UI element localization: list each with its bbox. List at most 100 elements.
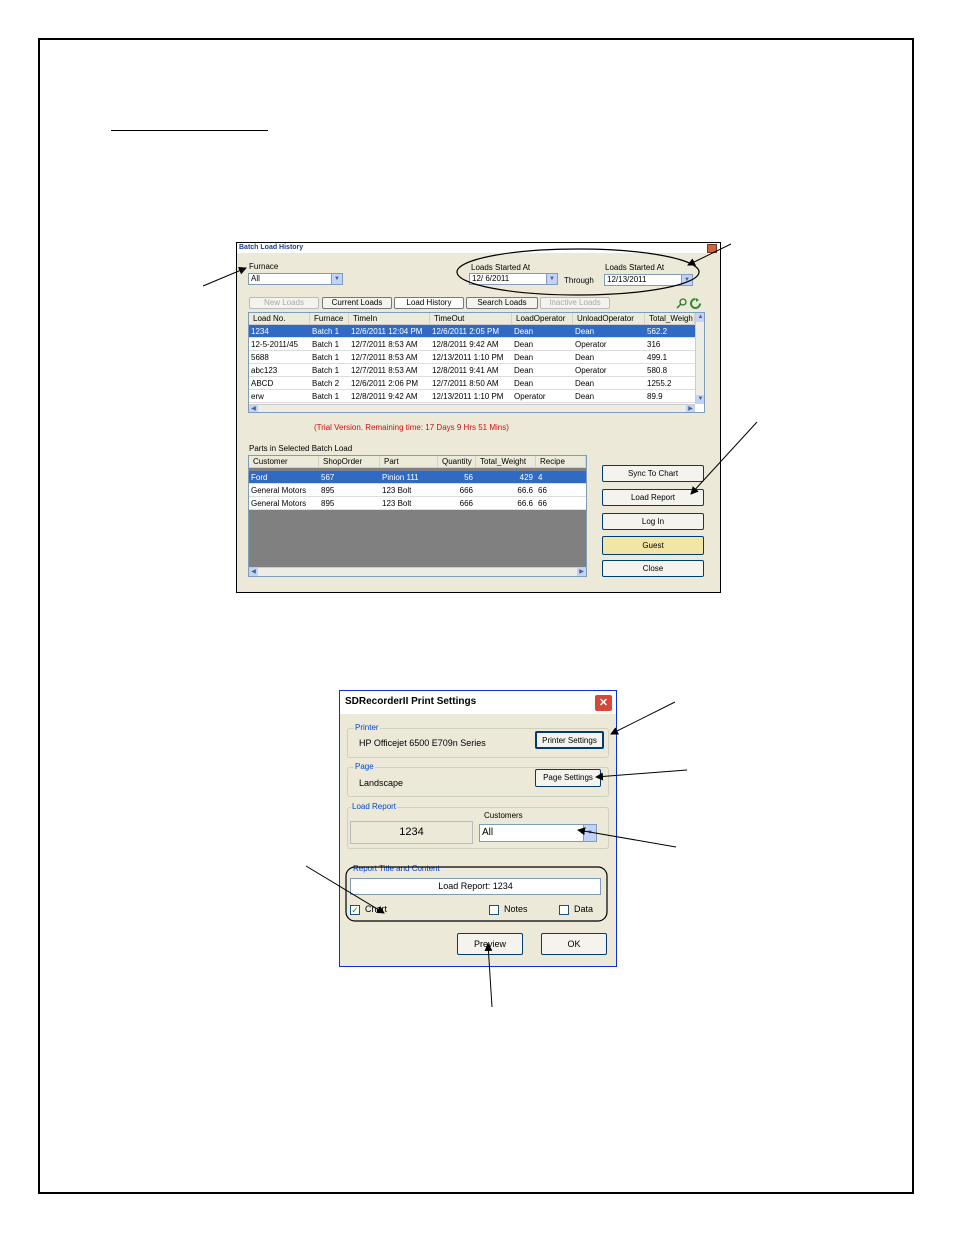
column-header[interactable]: Total_Weigh	[645, 313, 695, 324]
column-header[interactable]: Furnace	[310, 313, 349, 324]
column-header[interactable]: Load No.	[249, 313, 310, 324]
loads-horizontal-scrollbar[interactable]: ◀ ▶	[249, 404, 695, 412]
table-cell: Operator	[575, 366, 607, 375]
page-settings-button[interactable]: Page Settings	[535, 769, 601, 787]
refresh-icon[interactable]	[690, 298, 701, 309]
parts-grid: Customer ShopOrder Part Quantity Total_W…	[248, 455, 587, 577]
tab-inactive-loads[interactable]: Inactive Loads	[540, 297, 610, 309]
scroll-right-icon[interactable]: ▶	[686, 405, 695, 412]
table-cell: 12/7/2011 8:53 AM	[351, 340, 418, 349]
table-row[interactable]: General Motors 895 123 Bolt 666 66.6 66	[249, 484, 586, 497]
date-from-picker[interactable]: 12/ 6/2011 ▼	[469, 273, 558, 285]
chevron-down-icon[interactable]: ▼	[681, 275, 692, 285]
table-cell: 66.6	[517, 499, 533, 508]
table-cell: 12/7/2011 8:53 AM	[351, 353, 418, 362]
table-cell: 123 Bolt	[382, 499, 412, 508]
table-cell: 666	[459, 499, 473, 508]
column-header[interactable]: TimeIn	[349, 313, 430, 324]
search-icon[interactable]	[676, 298, 688, 309]
column-header[interactable]: Customer	[249, 456, 319, 467]
table-row[interactable]: abc123 Batch 1 12/7/2011 8:53 AM 12/8/2011 …	[249, 364, 695, 377]
furnace-select[interactable]: All ▼	[248, 273, 343, 285]
customers-label: Customers	[484, 811, 523, 820]
sync-to-chart-button[interactable]: Sync To Chart	[602, 465, 704, 482]
table-cell: Dean	[575, 353, 595, 362]
ok-button[interactable]: OK	[541, 933, 607, 955]
column-header[interactable]: LoadOperator	[512, 313, 573, 324]
table-cell: 89.9	[647, 392, 663, 401]
window-title: Batch Load History	[239, 244, 304, 251]
table-cell: Batch 2	[312, 379, 340, 388]
table-row[interactable]: General Motors 895 123 Bolt 666 66.6 66	[249, 497, 586, 510]
loads-vertical-scrollbar[interactable]: ▲ ▼	[695, 313, 704, 404]
tab-new-loads[interactable]: New Loads	[249, 297, 319, 309]
table-cell: 12/8/2011 9:41 AM	[432, 366, 499, 375]
table-cell: Dean	[575, 392, 595, 401]
table-cell: 12-5-2011/45	[251, 340, 298, 349]
close-icon[interactable]: ✕	[594, 694, 613, 712]
parts-section-label: Parts in Selected Batch Load	[249, 444, 353, 453]
table-row[interactable]: Ford 567 Pinion 111 56 429 4	[249, 471, 586, 484]
table-cell: Dean	[575, 379, 595, 388]
table-cell: Dean	[514, 379, 534, 388]
column-header[interactable]: Recipe	[536, 456, 586, 467]
scroll-right-icon[interactable]: ▶	[577, 568, 586, 576]
scroll-up-icon[interactable]: ▲	[696, 313, 704, 322]
table-row[interactable]: ABCD Batch 2 12/6/2011 2:06 PM 12/7/2011 8:…	[249, 377, 695, 390]
column-header[interactable]: Quantity	[438, 456, 476, 467]
table-row[interactable]: 12-5-2011/45 Batch 1 12/7/2011 8:53 AM 12/8…	[249, 338, 695, 351]
dialog-title-bar: SDRecorderII Print Settings ✕	[340, 691, 616, 714]
column-header[interactable]: TimeOut	[430, 313, 512, 324]
table-cell: ABCD	[251, 379, 274, 388]
tab-search-loads[interactable]: Search Loads	[466, 297, 538, 309]
scroll-left-icon[interactable]: ◀	[249, 405, 258, 412]
report-title-input[interactable]: Load Report: 1234	[350, 878, 601, 895]
chart-checkbox-label: Chart	[365, 904, 388, 914]
chevron-down-icon[interactable]: ▼	[331, 274, 342, 284]
table-cell: 1255.2	[647, 379, 672, 388]
log-in-button[interactable]: Log In	[602, 513, 704, 530]
load-report-button[interactable]: Load Report	[602, 489, 704, 506]
customers-select[interactable]: All ▼	[479, 824, 597, 842]
close-icon[interactable]	[707, 244, 717, 253]
window-title-bar: Batch Load History	[237, 243, 720, 253]
chevron-down-icon[interactable]: ▼	[583, 825, 596, 841]
load-report-group-label: Load Report	[351, 802, 398, 811]
preview-button[interactable]: Preview	[457, 933, 523, 955]
scroll-down-icon[interactable]: ▼	[696, 395, 704, 404]
page-orientation: Landscape	[359, 778, 404, 788]
table-cell: General Motors	[251, 499, 307, 508]
data-checkbox-label: Data	[574, 904, 594, 914]
table-row[interactable]: 1234 Batch 1 12/6/2011 12:04 PM 12/6/2011 2…	[249, 325, 695, 338]
furnace-value: All	[251, 274, 260, 283]
table-cell: 12/13/2011 1:10 PM	[432, 392, 504, 401]
tab-load-history[interactable]: Load History	[394, 297, 464, 309]
chevron-down-icon[interactable]: ▼	[546, 274, 557, 284]
table-cell: Batch 1	[312, 340, 340, 349]
guest-button[interactable]: Guest	[602, 536, 704, 555]
data-checkbox[interactable]	[559, 905, 569, 915]
table-cell: 666	[459, 486, 473, 495]
table-cell: 66	[538, 499, 547, 508]
column-header[interactable]: ShopOrder	[319, 456, 380, 467]
printer-settings-button[interactable]: Printer Settings	[535, 731, 604, 749]
table-row[interactable]: 5688 Batch 1 12/7/2011 8:53 AM 12/13/2011 1…	[249, 351, 695, 364]
trial-version-notice: (Trial Version. Remaining time: 17 Days …	[314, 423, 509, 432]
loads-started-label-to: Loads Started At	[605, 263, 665, 272]
heading-underline	[111, 130, 268, 131]
column-header[interactable]: UnloadOperator	[573, 313, 645, 324]
chart-checkbox[interactable]: ✓	[350, 905, 360, 915]
tab-current-loads[interactable]: Current Loads	[322, 297, 392, 309]
column-header[interactable]: Total_Weight	[476, 456, 536, 467]
column-header[interactable]: Part	[380, 456, 438, 467]
scroll-left-icon[interactable]: ◀	[249, 568, 258, 576]
table-cell: 1234	[251, 327, 269, 336]
date-to-picker[interactable]: 12/13/2011 ▼	[604, 274, 693, 286]
table-cell: Ford	[251, 473, 268, 482]
notes-checkbox[interactable]	[489, 905, 499, 915]
close-button[interactable]: Close	[602, 560, 704, 577]
table-cell: 12/6/2011 12:04 PM	[351, 327, 423, 336]
parts-horizontal-scrollbar[interactable]: ◀ ▶	[249, 567, 586, 576]
table-row[interactable]: erw Batch 1 12/8/2011 9:42 AM 12/13/2011 1:…	[249, 390, 695, 403]
date-to-value: 12/13/2011	[607, 275, 647, 284]
